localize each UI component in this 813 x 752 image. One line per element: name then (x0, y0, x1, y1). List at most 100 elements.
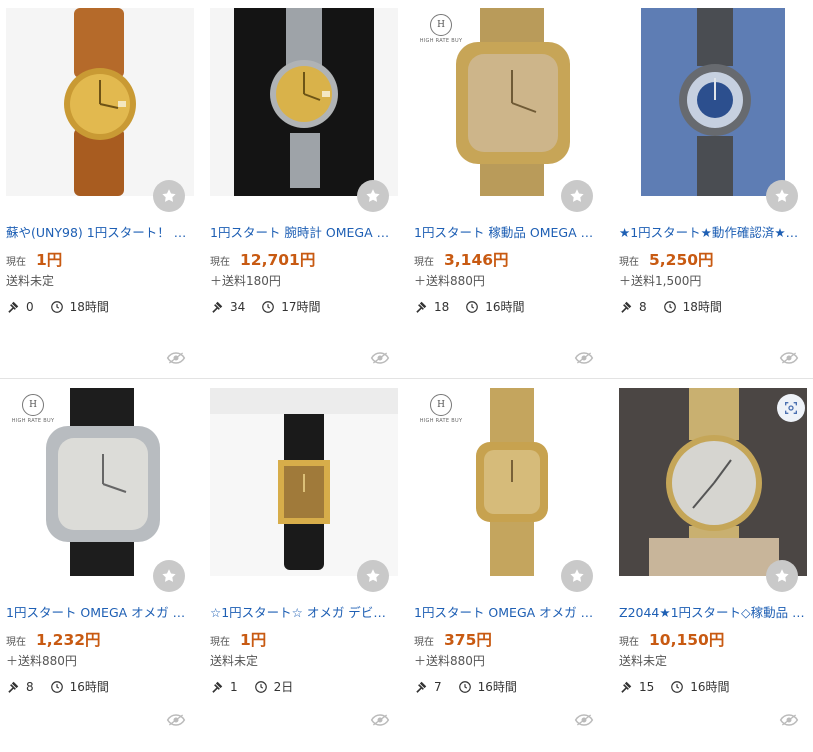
gavel-icon (619, 680, 633, 694)
listing-card[interactable]: 蘇や(UNY98) 1円スタート！ OMEGA 現在 1円 送料未定 0 18時… (0, 0, 196, 372)
badge-logo: H (430, 394, 452, 416)
watchlist-eye-button[interactable] (370, 350, 390, 364)
current-price: 12,701円 (240, 251, 316, 269)
listing-grid: 蘇や(UNY98) 1円スタート！ OMEGA 現在 1円 送料未定 0 18時… (0, 0, 813, 726)
watch-image (619, 8, 807, 196)
gavel-icon (6, 300, 20, 314)
listing-title[interactable]: 1円スタート OMEGA オメガ De Ville (414, 602, 600, 621)
listing-card[interactable]: 1円スタート 腕時計 OMEGA オメガ 現在 12,701円 ＋送料180円 … (204, 0, 400, 372)
clock-icon (261, 300, 275, 314)
time-left: 16時間 (69, 680, 109, 694)
listing-meta: 1 2日 (210, 678, 293, 695)
favorite-button[interactable] (357, 180, 389, 212)
product-image[interactable] (6, 8, 194, 196)
clock-icon (458, 680, 472, 694)
gavel-icon (210, 300, 224, 314)
product-image[interactable] (210, 8, 398, 196)
bid-count: 0 (26, 299, 34, 314)
price-label: 現在 (210, 637, 230, 648)
time-left: 17時間 (281, 300, 321, 314)
time-left: 18時間 (682, 300, 722, 314)
watchlist-eye-button[interactable] (574, 350, 594, 364)
bid-count: 18 (434, 299, 450, 314)
shipping-fee: ＋送料880円 (414, 654, 485, 668)
price-label: 現在 (414, 637, 434, 648)
image-search-icon (785, 402, 797, 414)
current-price: 10,150円 (649, 631, 725, 649)
listing-card[interactable]: H HIGH RATE BUY 1円スタート OMEGA オメガ De Vill… (0, 380, 196, 752)
price-label: 現在 (210, 257, 230, 268)
badge-text: HIGH RATE BUY (419, 38, 463, 44)
listing-card[interactable]: H HIGH RATE BUY 1円スタート OMEGA オメガ De Vill… (408, 380, 604, 752)
watch-image (210, 388, 398, 576)
price-label: 現在 (6, 637, 26, 648)
gavel-icon (414, 300, 428, 314)
star-icon (366, 569, 380, 582)
listing-title[interactable]: 蘇や(UNY98) 1円スタート！ OMEGA (6, 222, 192, 241)
eye-icon (370, 714, 390, 726)
bid-count: 34 (230, 299, 246, 314)
favorite-button[interactable] (153, 560, 185, 592)
favorite-button[interactable] (766, 180, 798, 212)
price-row: 現在 375円 (414, 628, 492, 650)
current-price: 1円 (36, 251, 63, 269)
clock-icon (663, 300, 677, 314)
price-label: 現在 (619, 257, 639, 268)
price-row: 現在 1,232円 (6, 628, 101, 650)
listing-title[interactable]: Z2044★1円スタート◇稼動品 OMEGA (619, 602, 805, 621)
image-search-button[interactable] (777, 394, 805, 422)
product-image[interactable] (210, 388, 398, 576)
listing-meta: 7 16時間 (414, 678, 517, 695)
badge-logo: H (430, 14, 452, 36)
price-label: 現在 (414, 257, 434, 268)
shipping-fee: ＋送料880円 (6, 654, 77, 668)
listing-card[interactable]: ★1円スタート★動作確認済★OMEGA 現在 5,250円 ＋送料1,500円 … (613, 0, 809, 372)
watchlist-eye-button[interactable] (779, 350, 799, 364)
current-price: 5,250円 (649, 251, 714, 269)
favorite-button[interactable] (357, 560, 389, 592)
shipping-fee: ＋送料1,500円 (619, 274, 702, 288)
badge-text: HIGH RATE BUY (419, 418, 463, 424)
shipping-fee: 送料未定 (210, 654, 259, 668)
shipping-fee: ＋送料180円 (210, 274, 281, 288)
listing-title[interactable]: 1円スタート OMEGA オメガ De Ville (6, 602, 192, 621)
price-label: 現在 (6, 257, 26, 268)
gavel-icon (619, 300, 633, 314)
shipping-fee: ＋送料880円 (414, 274, 485, 288)
star-icon (775, 569, 789, 582)
favorite-button[interactable] (766, 560, 798, 592)
price-row: 現在 1円 (6, 248, 62, 270)
listing-meta: 18 16時間 (414, 298, 525, 315)
gavel-icon (414, 680, 428, 694)
bid-count: 8 (639, 299, 647, 314)
current-price: 375円 (444, 631, 492, 649)
watchlist-eye-button[interactable] (166, 350, 186, 364)
favorite-button[interactable] (561, 180, 593, 212)
bid-count: 15 (639, 679, 655, 694)
shipping-fee: 送料未定 (6, 274, 55, 288)
listing-meta: 15 16時間 (619, 678, 730, 695)
listing-title[interactable]: ☆1円スタート☆ オメガ デビル 腕時計 (210, 602, 396, 621)
current-price: 3,146円 (444, 251, 509, 269)
shipping-fee: 送料未定 (619, 654, 668, 668)
listing-meta: 8 18時間 (619, 298, 722, 315)
listing-title[interactable]: ★1円スタート★動作確認済★OMEGA (619, 222, 805, 241)
time-left: 16時間 (690, 680, 730, 694)
time-left: 2日 (273, 680, 294, 694)
listing-card[interactable]: ☆1円スタート☆ オメガ デビル 腕時計 現在 1円 送料未定 1 2日 (204, 380, 400, 752)
favorite-button[interactable] (153, 180, 185, 212)
price-row: 現在 5,250円 (619, 248, 714, 270)
price-row: 現在 12,701円 (210, 248, 315, 270)
price-row: 現在 3,146円 (414, 248, 509, 270)
eye-icon (166, 352, 186, 364)
bid-count: 1 (230, 679, 238, 694)
badge-text: HIGH RATE BUY (11, 418, 55, 424)
listing-card[interactable]: Z2044★1円スタート◇稼動品 OMEGA 現在 10,150円 送料未定 1… (613, 380, 809, 752)
current-price: 1円 (240, 631, 267, 649)
favorite-button[interactable] (561, 560, 593, 592)
listing-title[interactable]: 1円スタート 腕時計 OMEGA オメガ (210, 222, 396, 241)
listing-meta: 34 17時間 (210, 298, 321, 315)
listing-title[interactable]: 1円スタート 稼動品 OMEGA オメガ (414, 222, 600, 241)
listing-card[interactable]: H HIGH RATE BUY 1円スタート 稼動品 OMEGA オメガ 現在 … (408, 0, 604, 372)
product-image[interactable] (619, 8, 807, 196)
